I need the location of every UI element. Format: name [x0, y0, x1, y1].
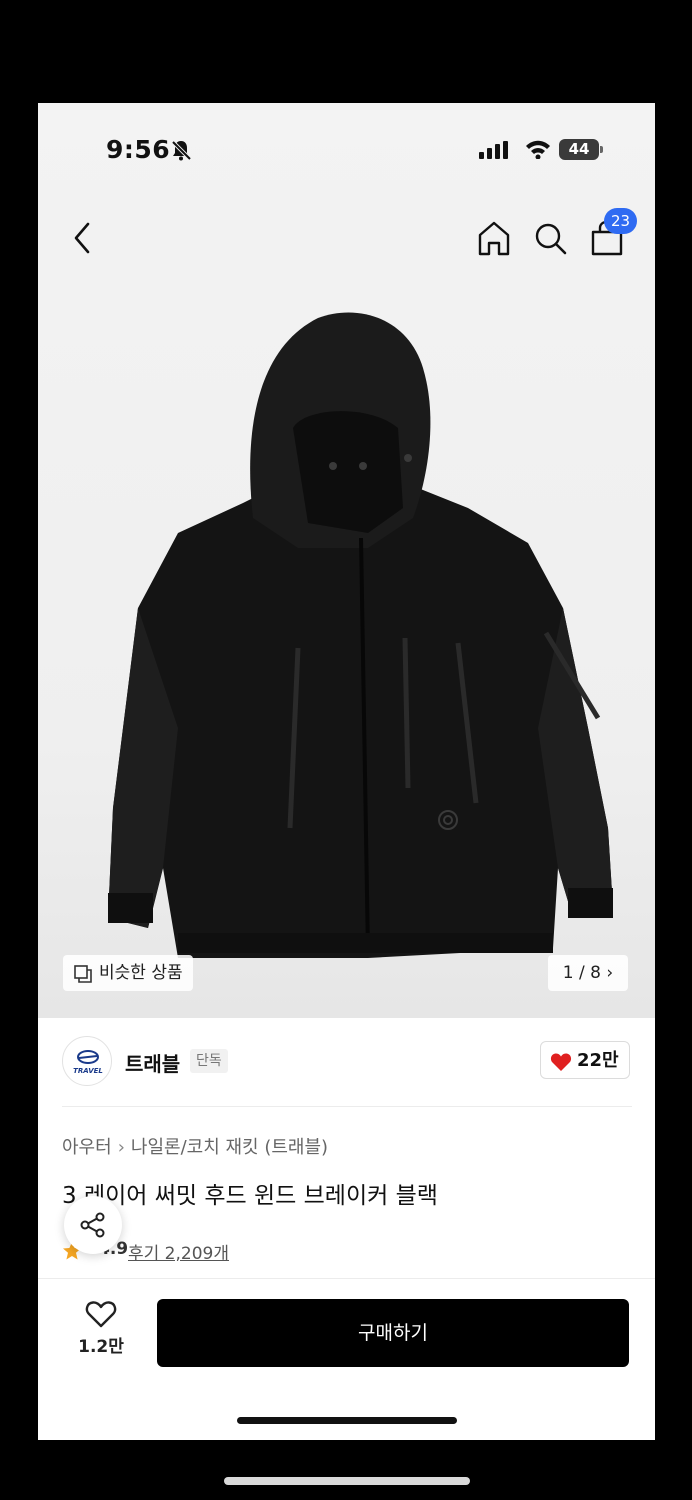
travel-logo-mark: [77, 1050, 99, 1064]
search-icon[interactable]: [532, 218, 570, 258]
exclusive-tag: 단독: [190, 1049, 228, 1073]
heart-filled-icon: [550, 1053, 572, 1071]
brand-like-button[interactable]: 22만: [540, 1041, 630, 1079]
breadcrumb-category-2[interactable]: 나일론/코치 재킷 (트래블): [131, 1137, 328, 1158]
share-button[interactable]: [64, 1196, 122, 1254]
similar-squares-icon: [74, 965, 92, 983]
cart-count-badge: 23: [604, 208, 637, 234]
buy-button-label: 구매하기: [358, 1322, 428, 1344]
cellular-signal-icon: [479, 141, 508, 159]
share-icon: [80, 1212, 105, 1238]
wishlist-button[interactable]: 1.2만: [76, 1300, 126, 1357]
home-icon[interactable]: [475, 218, 513, 258]
product-title: 3 레이어 써밋 후드 윈드 브레이커 블랙: [62, 1183, 438, 1209]
home-indicator: [237, 1417, 457, 1424]
brand-name[interactable]: 트래블: [125, 1048, 180, 1077]
product-jacket-image: [108, 312, 613, 958]
battery-level: 44: [568, 140, 590, 158]
reviews-link[interactable]: 후기 2,209개: [128, 1239, 229, 1264]
wishlist-count: 1.2만: [78, 1337, 124, 1357]
chevron-right-icon: ›: [606, 963, 614, 983]
image-pager[interactable]: 1 / 8 ›: [548, 955, 628, 991]
brand-logo[interactable]: TRAVEL: [62, 1036, 112, 1086]
status-bar: 9:56 44: [38, 103, 655, 198]
similar-products-label: 비슷한 상품: [99, 963, 183, 983]
similar-products-button[interactable]: 비슷한 상품: [63, 955, 193, 991]
brand-like-count: 22만: [577, 1050, 619, 1071]
bell-muted-icon: [171, 140, 192, 161]
divider: [62, 1106, 632, 1107]
bottom-bar-divider: [38, 1278, 655, 1279]
battery-icon: 44: [559, 139, 599, 160]
battery-tip: [600, 146, 603, 153]
buy-button[interactable]: 구매하기: [157, 1299, 629, 1367]
brand-logo-text: TRAVEL: [73, 1067, 103, 1075]
top-nav: 23: [38, 208, 655, 268]
pager-text: 1 / 8: [562, 963, 601, 983]
product-image-gallery[interactable]: 9:56 44 23 비슷한 상품 1 / 8 ›: [38, 103, 655, 1018]
back-chevron-icon[interactable]: [68, 218, 96, 258]
breadcrumb-separator: ›: [117, 1137, 125, 1158]
app-screen: 9:56 44 23 비슷한 상품 1 / 8 › TRAVEL 트래블 단독 …: [38, 103, 655, 1440]
outer-home-indicator: [224, 1477, 470, 1485]
heart-outline-icon: [85, 1301, 117, 1328]
breadcrumb-category-1[interactable]: 아우터: [62, 1137, 112, 1158]
wifi-icon: [526, 140, 550, 159]
breadcrumb: 아우터 › 나일론/코치 재킷 (트래블): [62, 1133, 328, 1159]
brand-row: TRAVEL 트래블 단독 22만: [38, 1028, 655, 1103]
status-time: 9:56: [106, 135, 171, 164]
